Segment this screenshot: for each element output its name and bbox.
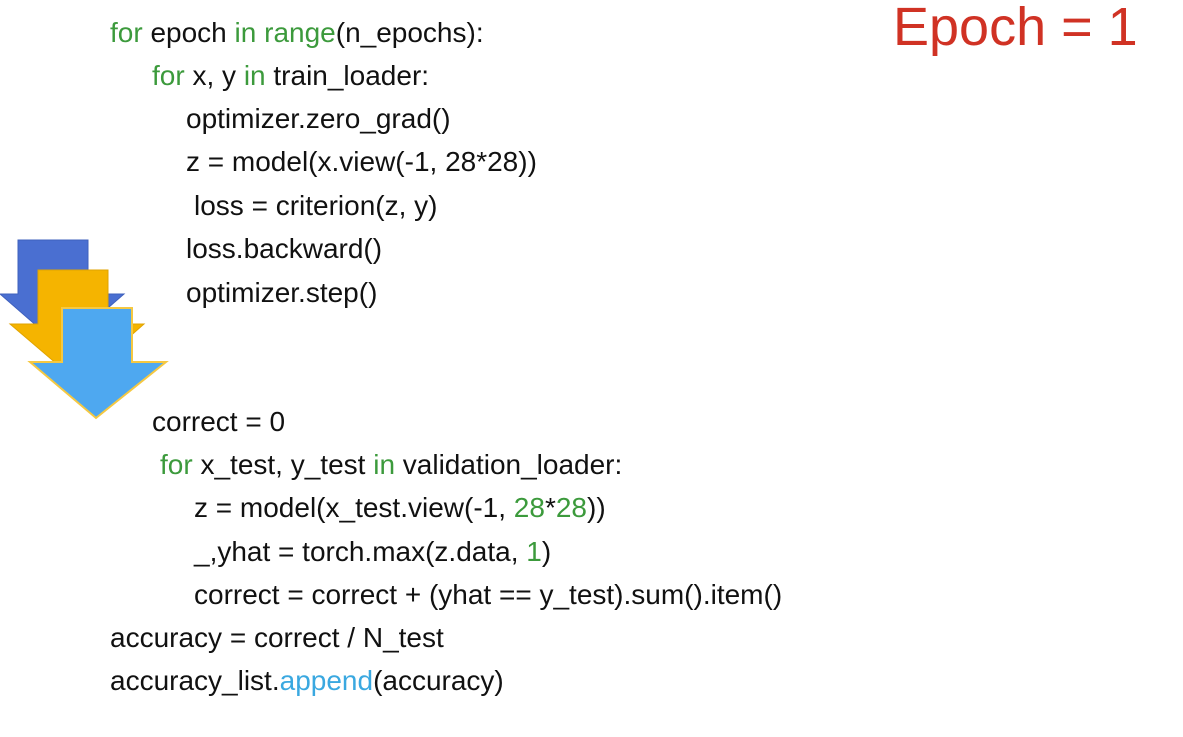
code-line-4: z = model(x.view(-1, 28*28))	[186, 145, 537, 179]
code-text: z = model(x_test.view(-1,	[194, 492, 514, 523]
code-line-6: loss.backward()	[186, 232, 382, 266]
code-text: (n_epochs):	[335, 17, 484, 48]
code-keyword: range	[264, 17, 336, 48]
code-text: (accuracy)	[373, 665, 504, 696]
code-keyword: for	[160, 449, 193, 480]
code-line-11: _,yhat = torch.max(z.data, 1)	[194, 535, 551, 569]
code-line-10: z = model(x_test.view(-1, 28*28))	[194, 491, 606, 525]
code-line-14: accuracy_list.append(accuracy)	[110, 664, 504, 698]
code-text: ))	[587, 492, 606, 523]
code-text: )	[541, 536, 552, 567]
code-text: accuracy = correct / N_test	[110, 622, 444, 653]
code-number: 1	[526, 536, 542, 567]
code-text: correct = 0	[152, 406, 286, 437]
code-line-5: loss = criterion(z, y)	[194, 189, 438, 223]
code-text: x, y	[184, 60, 244, 91]
code-keyword: in	[243, 60, 266, 91]
code-block: for epoch in range(n_epochs): for x, y i…	[0, 0, 1183, 737]
code-line-7: optimizer.step()	[186, 276, 377, 310]
code-text: loss = criterion(z, y)	[194, 190, 438, 221]
code-method: append	[279, 665, 374, 696]
code-text: epoch	[142, 17, 235, 48]
slide: Epoch = 1 for epoch in range(n_epochs): …	[0, 0, 1183, 737]
code-text: accuracy_list.	[110, 665, 280, 696]
code-line-2: for x, y in train_loader:	[152, 59, 429, 93]
code-text: _,yhat = torch.max(z.data,	[194, 536, 527, 567]
code-text: optimizer.step()	[186, 277, 378, 308]
code-keyword: in	[234, 17, 257, 48]
code-text: correct = correct + (yhat == y_test).sum…	[194, 579, 783, 610]
code-text: z = model(x.view(-1, 28*28))	[186, 146, 537, 177]
code-line-12: correct = correct + (yhat == y_test).sum…	[194, 578, 782, 612]
code-text: x_test, y_test	[192, 449, 374, 480]
code-line-13: accuracy = correct / N_test	[110, 621, 444, 655]
code-text: *	[544, 492, 556, 523]
code-text: validation_loader:	[395, 449, 623, 480]
code-keyword: for	[152, 60, 185, 91]
code-number: 28	[513, 492, 545, 523]
code-keyword: for	[110, 17, 143, 48]
code-line-8: correct = 0	[152, 405, 285, 439]
code-line-9: for x_test, y_test in validation_loader:	[160, 448, 622, 482]
code-line-3: optimizer.zero_grad()	[186, 102, 451, 136]
code-text: train_loader:	[265, 60, 430, 91]
code-text: optimizer.zero_grad()	[186, 103, 451, 134]
code-keyword: in	[373, 449, 396, 480]
code-text: loss.backward()	[186, 233, 383, 264]
code-line-1: for epoch in range(n_epochs):	[110, 16, 484, 50]
code-number: 28	[555, 492, 587, 523]
